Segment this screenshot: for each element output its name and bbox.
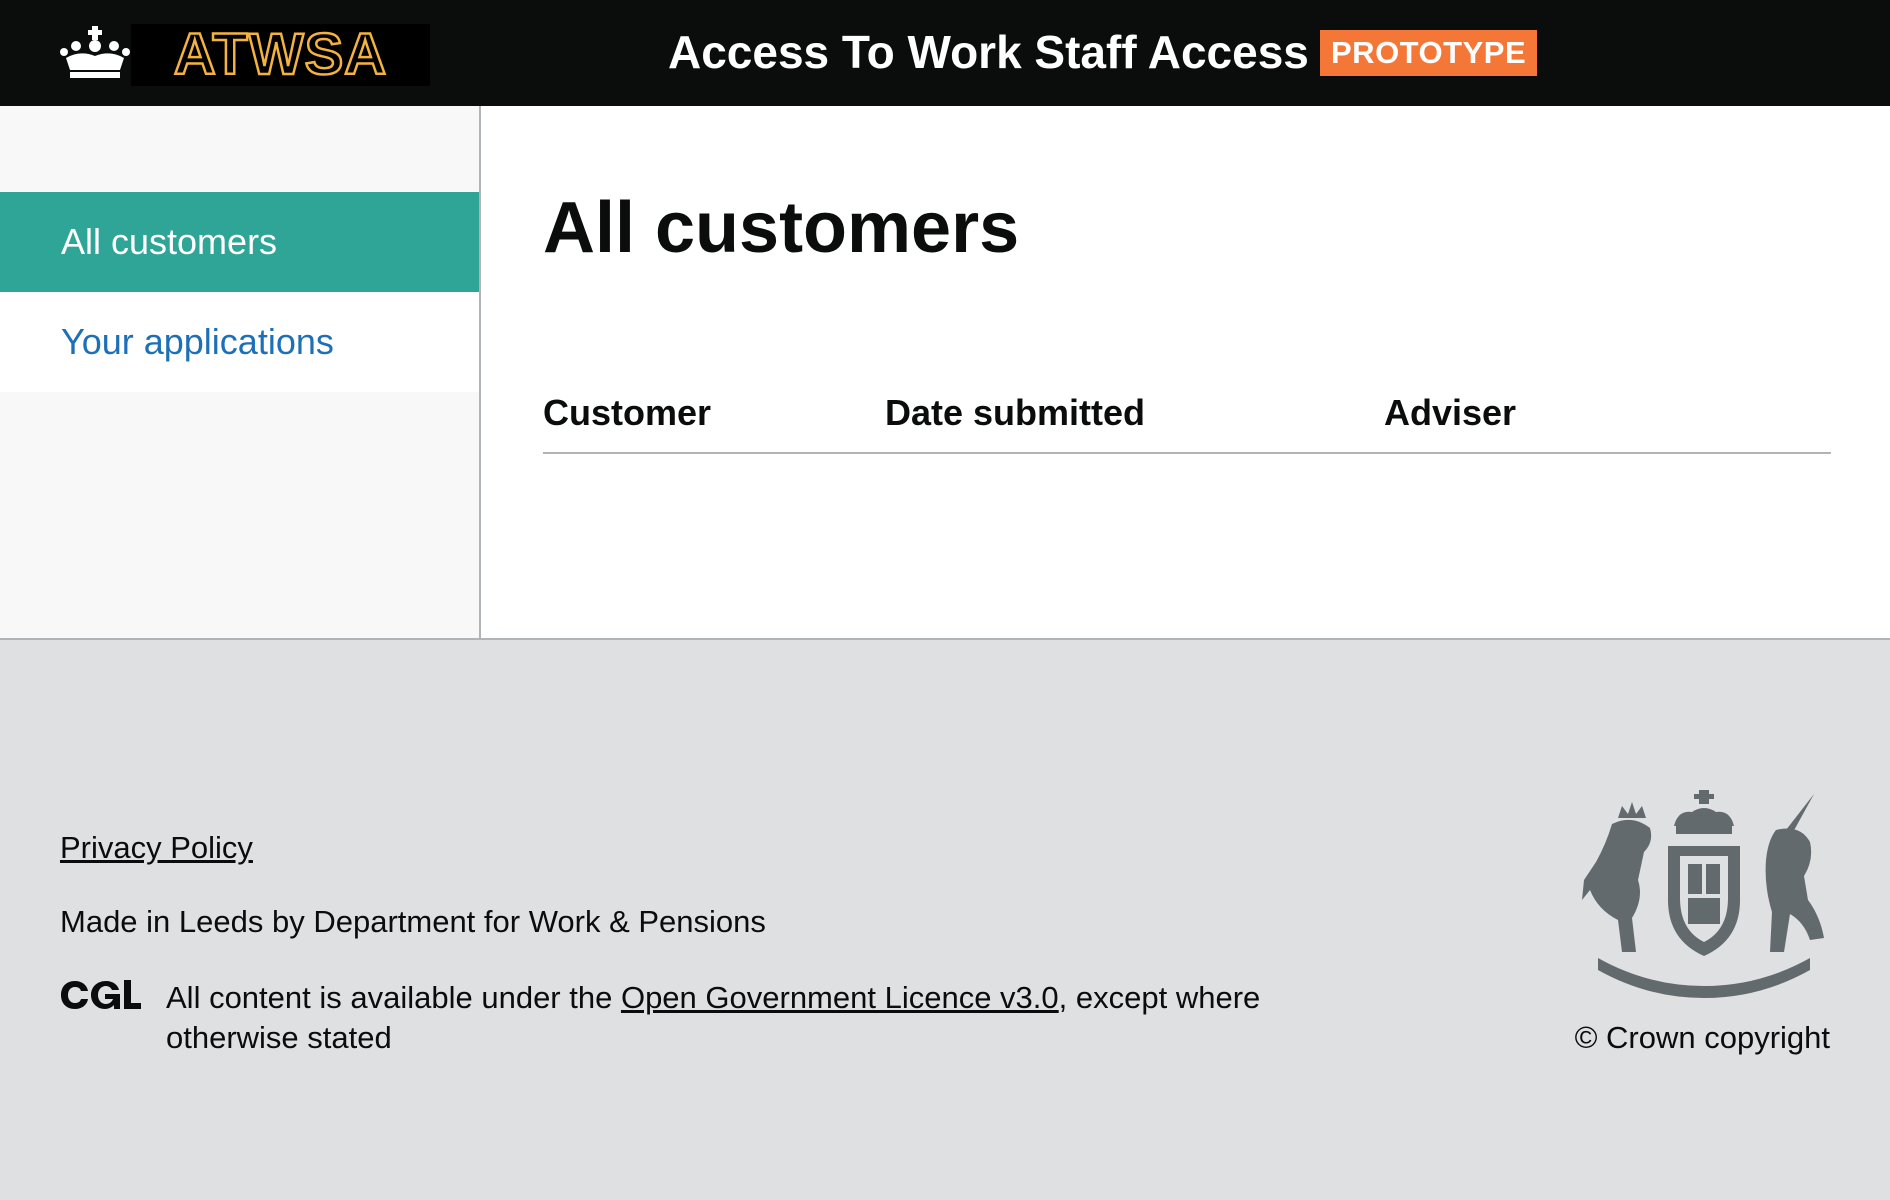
site-header: ATWSA Access To Work Staff Access PROTOT… [0, 0, 1890, 106]
sidebar-nav: All customers Your applications [0, 106, 481, 638]
licence-prefix: All content is available under the [166, 980, 621, 1015]
open-government-licence-link[interactable]: Open Government Licence v3.0 [621, 980, 1059, 1015]
site-footer: Privacy Policy Made in Leeds by Departme… [0, 640, 1890, 1200]
sidebar-item-all-customers[interactable]: All customers [0, 192, 479, 292]
customers-table: Customer Date submitted Adviser [543, 392, 1831, 454]
sidebar-item-your-applications[interactable]: Your applications [0, 292, 479, 392]
crown-icon [60, 26, 130, 78]
logo-text: ATWSA [173, 22, 388, 87]
phase-tag: PROTOTYPE [1320, 30, 1538, 76]
licence-text: All content is available under the Open … [166, 978, 1296, 1058]
service-logo[interactable]: ATWSA [131, 24, 430, 86]
service-name[interactable]: Access To Work Staff Access [668, 22, 1309, 82]
ogl-logo-icon [61, 980, 141, 1009]
page-title: All customers [543, 188, 1020, 268]
column-header-date-submitted: Date submitted [885, 392, 1146, 433]
made-in-text: Made in Leeds by Department for Work & P… [60, 904, 766, 939]
column-header-customer: Customer [543, 392, 712, 433]
crown-copyright[interactable]: © Crown copyright [1575, 1020, 1830, 1056]
main-area: All customers Your applications All cust… [0, 106, 1890, 640]
privacy-policy-link[interactable]: Privacy Policy [60, 830, 253, 866]
column-header-adviser: Adviser [1384, 392, 1517, 433]
royal-coat-of-arms-icon [1582, 790, 1824, 998]
